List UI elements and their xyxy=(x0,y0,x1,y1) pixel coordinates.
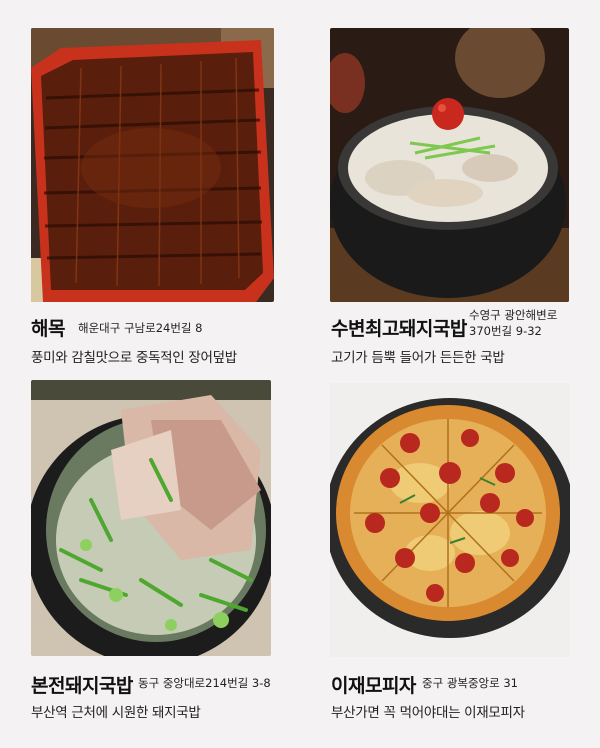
restaurant-address-line1: 수영구 광안해변로 xyxy=(469,308,558,322)
restaurant-address-line2: 370번길 9-32 xyxy=(469,324,542,338)
pork-soup-stone-bowl-photo[interactable] xyxy=(330,28,569,302)
restaurant-description: 부산역 근처에 시원한 돼지국밥 xyxy=(31,705,201,721)
restaurant-name: 수변최고돼지국밥 xyxy=(331,318,467,340)
restaurant-description: 풍미와 감칠맛으로 중독적인 장어덮밥 xyxy=(31,350,237,366)
eel-rice-bowl-photo[interactable] xyxy=(31,28,274,302)
pork-soup-green-onion-photo[interactable] xyxy=(31,380,271,656)
restaurant-name: 본전돼지국밥 xyxy=(31,675,133,697)
restaurant-address: 중구 광복중앙로 31 xyxy=(422,676,519,690)
restaurant-description: 부산가면 꼭 먹어야대는 이재모피자 xyxy=(331,705,525,721)
restaurant-name: 이재모피자 xyxy=(331,675,416,697)
restaurant-description: 고기가 듬뿍 들어가 든든한 국밥 xyxy=(331,350,505,366)
eel-rice-bowl-image xyxy=(31,28,274,302)
restaurant-address: 동구 중앙대로214번길 3-8 xyxy=(138,676,271,690)
pork-soup-stone-bowl-image xyxy=(330,28,569,302)
restaurant-address: 해운대구 구남로24번길 8 xyxy=(78,321,203,335)
pork-soup-green-onion-image xyxy=(31,380,271,656)
pepperoni-pizza-image xyxy=(330,383,570,657)
pepperoni-pizza-photo[interactable] xyxy=(330,383,570,657)
restaurant-name: 해목 xyxy=(31,318,65,340)
